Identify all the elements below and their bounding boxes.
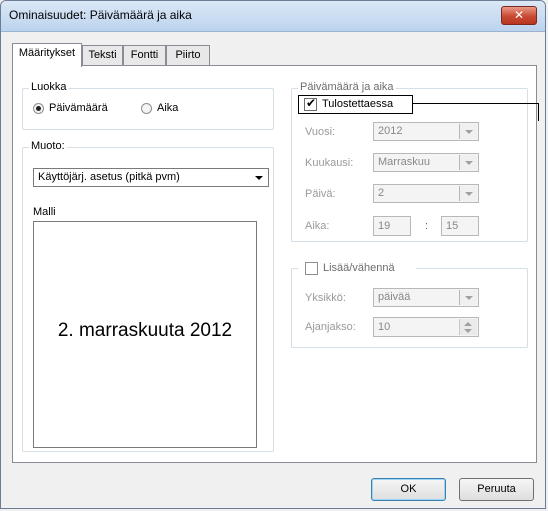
chevron-down-icon[interactable] [459,186,477,201]
muoto-legend: Muoto: [29,140,67,152]
ajanjakso-spinner[interactable]: 10 [373,317,479,337]
tab-piirto[interactable]: Piirto [166,45,210,65]
print-label[interactable]: Tulostettaessa [322,98,393,110]
tab-maaritykset[interactable]: Määritykset [12,43,82,67]
properties-dialog: Ominaisuudet: Päivämäärä ja aika ✕ Määri… [0,0,546,509]
callout-line-vertical [538,103,539,121]
vuosi-select[interactable]: 2012 [373,122,479,141]
kuukausi-select[interactable]: Marraskuu [373,153,479,172]
ajanjakso-label: Ajanjakso: [305,321,356,333]
minute-value: 15 [446,220,459,232]
cancel-button[interactable]: Peruuta [459,478,534,501]
yksikko-value: päivää [378,291,411,303]
callout-line [413,103,539,104]
close-icon: ✕ [513,8,525,22]
tab-fontti[interactable]: Fontti [123,45,166,65]
chevron-down-icon[interactable] [459,290,477,305]
window-title: Ominaisuudet: Päivämäärä ja aika [9,8,192,22]
ok-button[interactable]: OK [371,478,446,501]
print-checkbox[interactable]: ✔ [304,96,317,111]
sample-preview: 2. marraskuuta 2012 [33,221,257,448]
malli-label: Malli [33,206,56,218]
radio-aika-label[interactable]: Aika [157,102,178,114]
chevron-down-icon[interactable] [459,155,477,170]
chevron-down-icon[interactable] [459,124,477,139]
radio-paivamaara[interactable] [33,103,44,114]
time-separator: : [425,220,429,232]
yksikko-label: Yksikkö: [305,292,346,304]
paiva-value: 2 [378,187,385,199]
hour-field[interactable]: 19 [373,216,411,236]
kuukausi-value: Marraskuu [378,156,430,168]
datetime-legend: Päivämäärä ja aika [298,81,396,93]
vuosi-value: 2012 [378,125,403,137]
sample-text: 2. marraskuuta 2012 [57,320,233,341]
minute-field[interactable]: 15 [441,216,479,236]
yksikko-select[interactable]: päivää [373,288,479,307]
spinner-arrows-icon[interactable] [459,319,477,335]
paiva-label: Päivä: [305,188,336,200]
aika-label: Aika: [305,220,330,232]
title-bar[interactable]: Ominaisuudet: Päivämäärä ja aika ✕ [1,1,545,32]
checkmark-icon: ✔ [306,96,317,110]
adjust-label[interactable]: Lisää/vähennä [323,262,395,274]
adjust-checkbox[interactable] [305,262,318,275]
radio-selected-dot [36,106,41,111]
tab-teksti[interactable]: Teksti [82,45,123,65]
radio-paivamaara-label[interactable]: Päivämäärä [49,102,108,114]
format-select-value: Käyttöjärj. asetus (pitkä pvm) [38,171,180,183]
paiva-select[interactable]: 2 [373,184,479,203]
kuukausi-label: Kuukausi: [305,157,354,169]
radio-aika[interactable] [141,103,152,114]
chevron-down-icon[interactable] [250,170,267,185]
luokka-legend: Luokka [29,81,69,93]
format-select[interactable]: Käyttöjärj. asetus (pitkä pvm) [33,168,269,187]
ajanjakso-value: 10 [378,321,391,333]
hour-value: 19 [378,220,391,232]
vuosi-label: Vuosi: [305,126,336,138]
close-button[interactable]: ✕ [501,6,537,25]
